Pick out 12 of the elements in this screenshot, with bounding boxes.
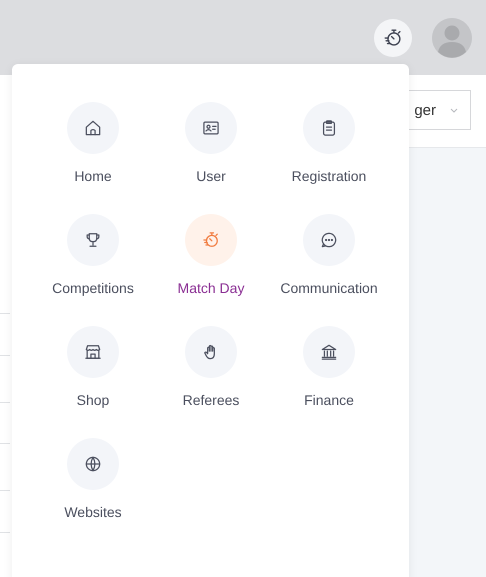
menu-item[interactable]: Competitions [52, 214, 134, 297]
menu-item[interactable]: Communication [280, 214, 378, 297]
chevron-down-icon [450, 108, 458, 112]
menu-item[interactable]: Registration [292, 102, 366, 185]
house-icon [83, 118, 103, 138]
storefront-icon [83, 342, 103, 362]
stopwatch-icon [200, 230, 221, 250]
stopwatch-button[interactable] [374, 18, 412, 56]
chat-bubble-icon [318, 230, 339, 250]
globe-icon [82, 454, 103, 474]
menu-item[interactable]: Match Day [178, 214, 244, 297]
bank-building-icon [319, 342, 339, 362]
